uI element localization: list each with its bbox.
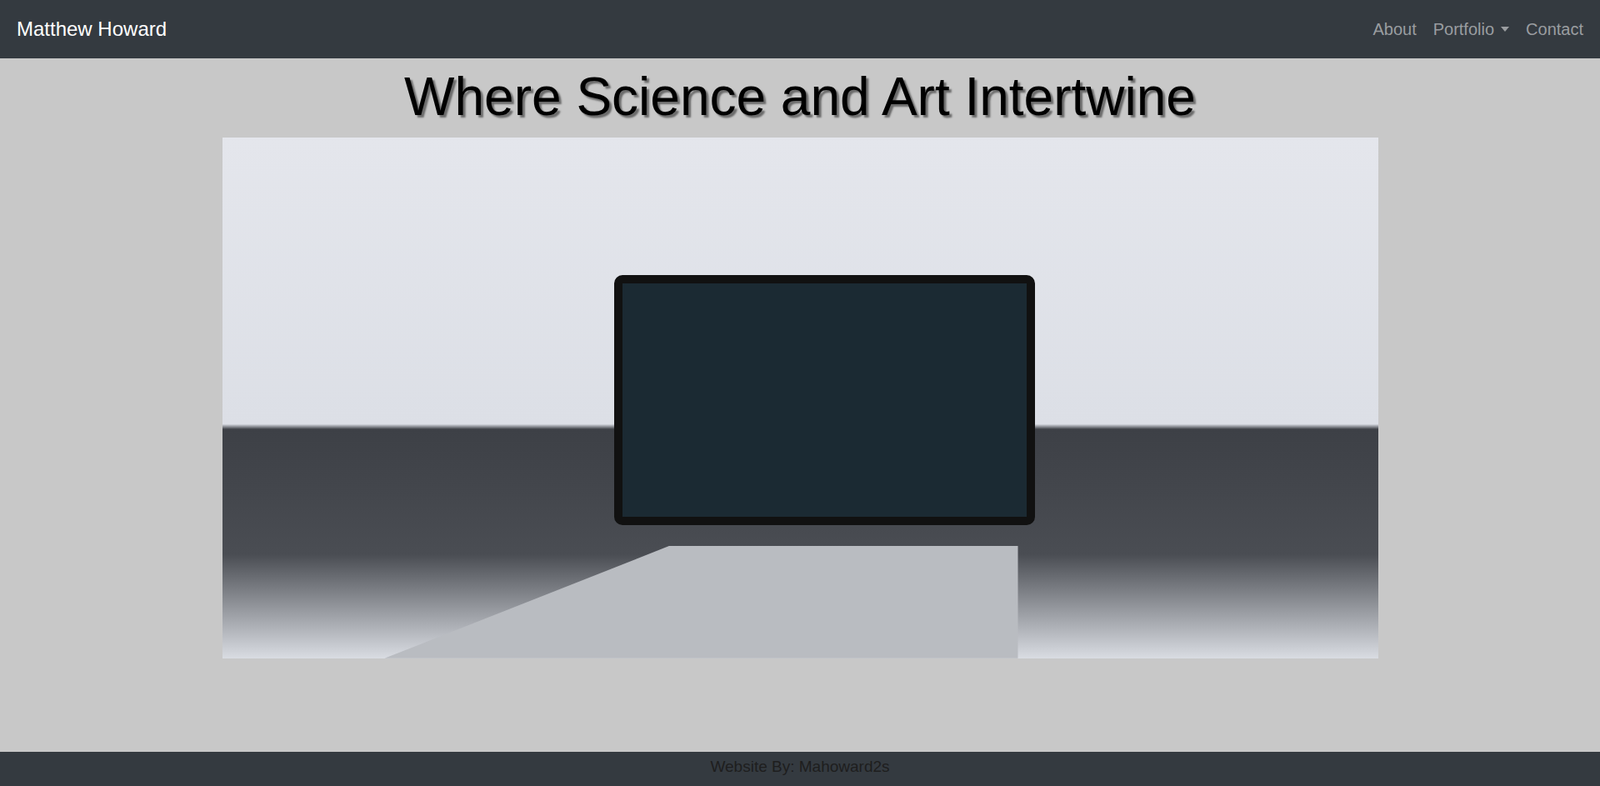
hero-photo [222,137,1379,659]
navbar: Matthew Howard About Portfolio Contact [0,0,1600,59]
nav-link[interactable]: Portfolio [1433,16,1510,42]
nav-links: About Portfolio Contact [1372,16,1584,42]
laptop-screen [614,275,1035,525]
laptop-base [385,545,1019,659]
nav-link-label: Portfolio [1433,16,1495,42]
main-content: Where Science and Art Intertwine [0,58,1600,752]
caret-down-icon [1500,26,1510,32]
hero-title: Where Science and Art Intertwine [404,65,1196,130]
brand-link[interactable]: Matthew Howard [16,14,167,45]
nav-link[interactable]: Contact [1525,16,1584,42]
nav-link-label: Contact [1525,16,1584,42]
nav-link-label: About [1372,16,1416,42]
footer: Website By: Mahoward2s [0,751,1600,786]
nav-link[interactable]: About [1372,16,1416,42]
footer-text: Website By: Mahoward2s [710,755,890,780]
